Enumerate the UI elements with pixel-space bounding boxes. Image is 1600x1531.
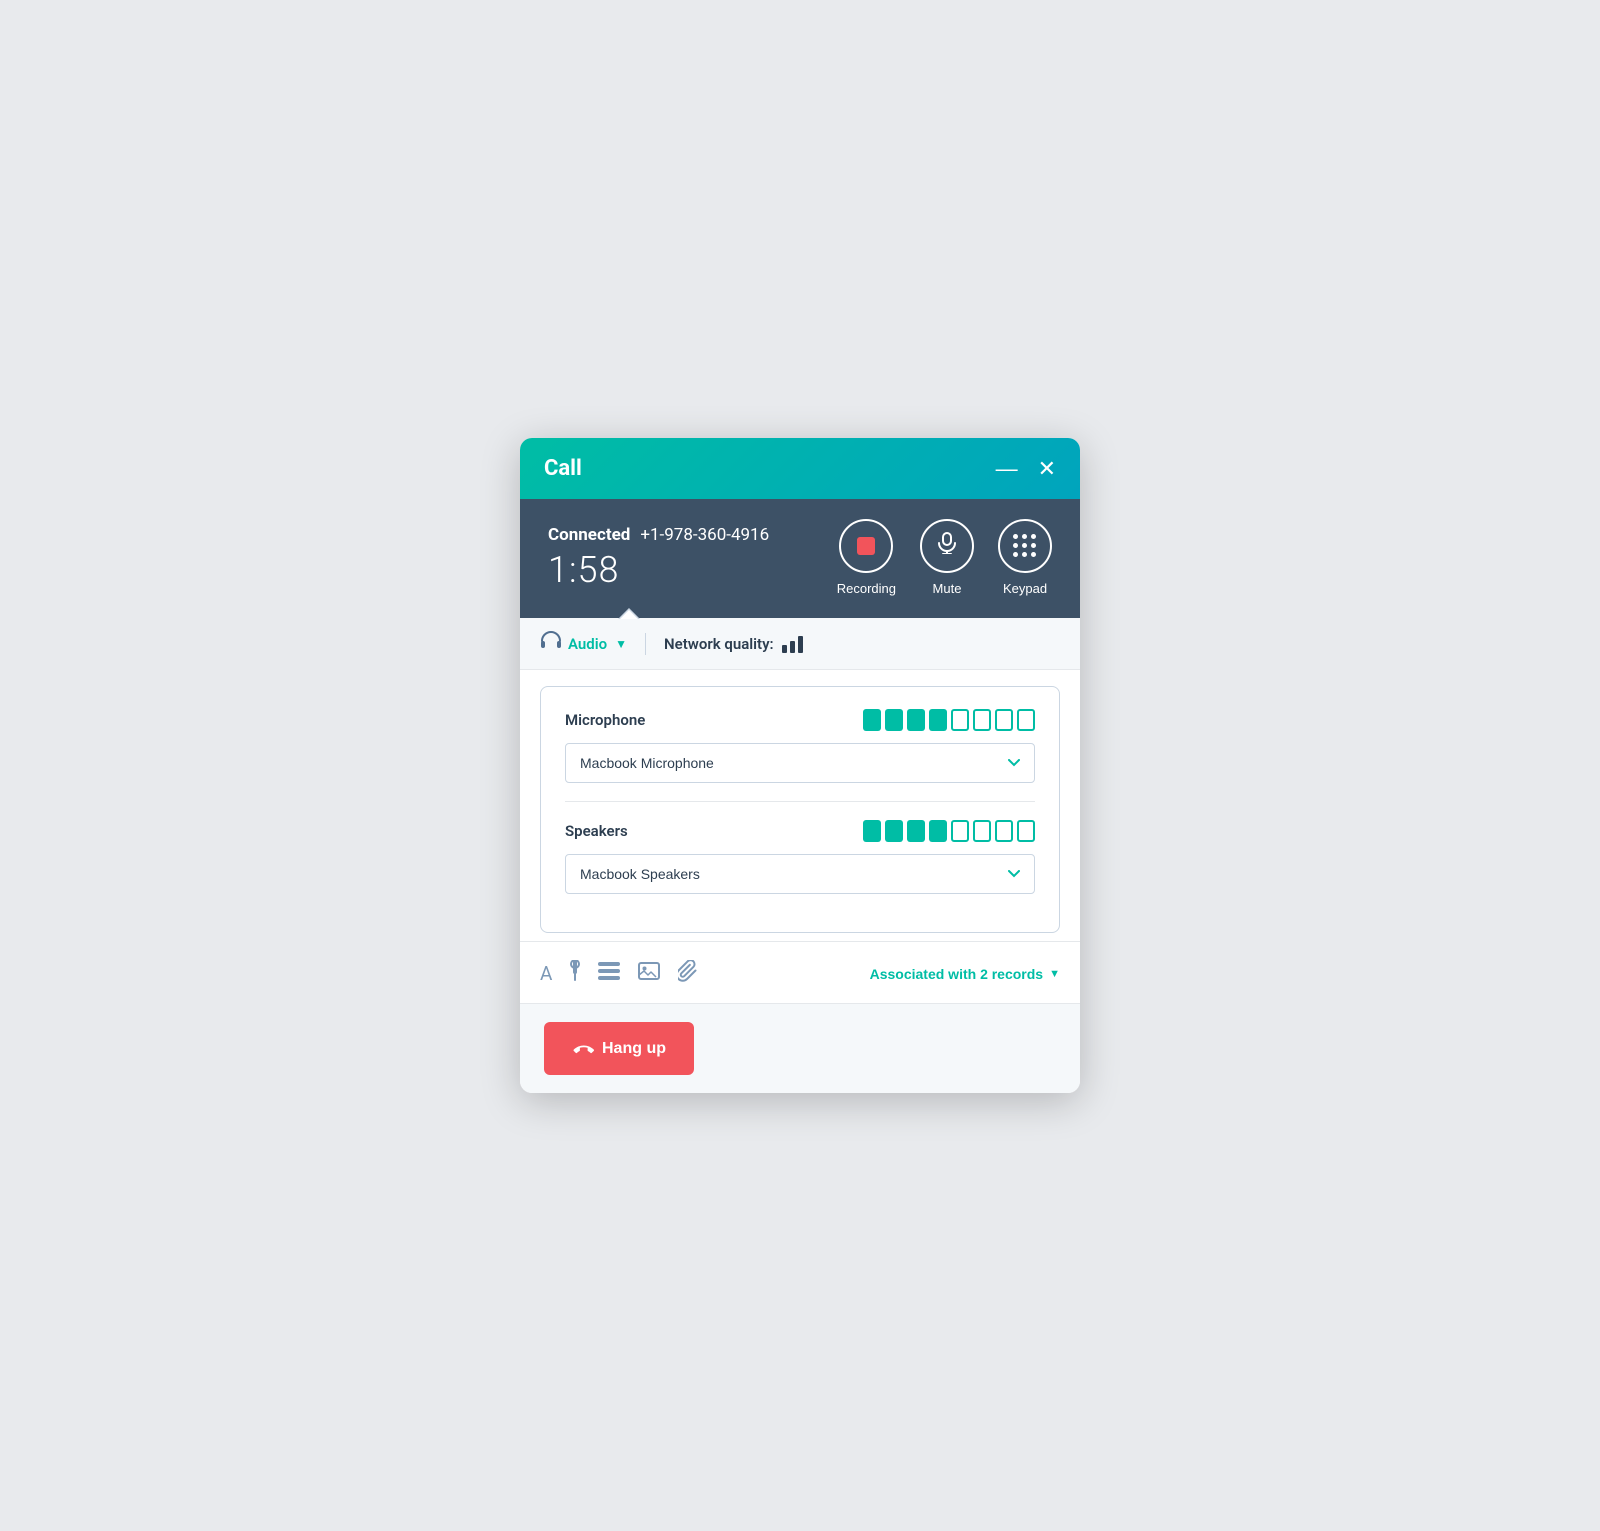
mic-bar-6	[973, 709, 991, 731]
list-icon[interactable]	[598, 962, 620, 985]
mute-label: Mute	[933, 581, 962, 596]
speakers-label: Speakers	[565, 822, 628, 840]
microphone-row: Microphone Macbook Microphone	[565, 709, 1035, 783]
spk-bar-2	[885, 820, 903, 842]
mic-bar-3	[907, 709, 925, 731]
recording-label: Recording	[837, 581, 896, 596]
spk-bar-4	[929, 820, 947, 842]
mic-bar-8	[1017, 709, 1035, 731]
minimize-button[interactable]: —	[996, 458, 1018, 480]
recording-button[interactable]: Recording	[837, 519, 896, 596]
phone-number: +1-978-360-4916	[640, 525, 769, 545]
audio-bar: Audio ▼ Network quality:	[520, 618, 1080, 670]
hang-up-button[interactable]: Hang up	[544, 1022, 694, 1075]
mute-circle	[920, 519, 974, 573]
status-bar: Connected +1-978-360-4916 1:58 Recording	[520, 499, 1080, 618]
mic-bar-7	[995, 709, 1013, 731]
network-section: Network quality:	[664, 635, 803, 653]
speakers-header: Speakers	[565, 820, 1035, 842]
speakers-select[interactable]: Macbook Speakers	[565, 854, 1035, 894]
call-window: Call — ✕ Connected +1-978-360-4916 1:58 …	[520, 438, 1080, 1093]
microphone-volume-bars	[863, 709, 1035, 731]
keypad-circle	[998, 519, 1052, 573]
signal-bar-2	[790, 641, 795, 653]
mic-bar-1	[863, 709, 881, 731]
record-icon	[857, 537, 875, 555]
mic-bar-2	[885, 709, 903, 731]
close-button[interactable]: ✕	[1038, 458, 1056, 480]
keypad-icon	[1013, 534, 1037, 558]
speakers-volume-bars	[863, 820, 1035, 842]
hang-up-label: Hang up	[602, 1040, 666, 1058]
audio-divider	[645, 633, 646, 655]
signal-bars	[782, 635, 803, 653]
attachment-icon[interactable]	[570, 960, 580, 987]
associated-chevron-icon: ▼	[1049, 968, 1060, 980]
mic-bar-4	[929, 709, 947, 731]
headset-icon	[540, 630, 562, 657]
mic-bar-5	[951, 709, 969, 731]
spk-bar-8	[1017, 820, 1035, 842]
recording-circle	[839, 519, 893, 573]
audio-chevron-icon: ▼	[615, 637, 627, 651]
window-title: Call	[544, 456, 582, 481]
spk-bar-1	[863, 820, 881, 842]
content-area: Microphone Macbook Microphone	[520, 686, 1080, 1003]
settings-divider	[565, 801, 1035, 802]
phone-hang-icon	[566, 1033, 598, 1065]
toolbar: A	[520, 941, 1080, 1003]
call-controls: Recording Mute	[837, 519, 1052, 596]
connected-label: Connected	[548, 525, 630, 545]
mute-button[interactable]: Mute	[920, 519, 974, 596]
mic-icon	[937, 532, 957, 560]
connected-row: Connected +1-978-360-4916	[548, 525, 769, 545]
microphone-label: Microphone	[565, 711, 645, 729]
keypad-button[interactable]: Keypad	[998, 519, 1052, 596]
microphone-header: Microphone	[565, 709, 1035, 731]
associated-label: Associated with 2 records	[870, 966, 1044, 982]
title-bar: Call — ✕	[520, 438, 1080, 499]
window-controls: — ✕	[996, 458, 1056, 480]
call-timer: 1:58	[548, 549, 769, 591]
paperclip-icon[interactable]	[678, 960, 698, 987]
spk-bar-3	[907, 820, 925, 842]
keypad-label: Keypad	[1003, 581, 1047, 596]
text-format-icon[interactable]: A	[540, 962, 552, 985]
signal-bar-3	[798, 636, 803, 653]
network-label: Network quality:	[664, 635, 774, 653]
microphone-select[interactable]: Macbook Microphone	[565, 743, 1035, 783]
signal-bar-1	[782, 645, 787, 653]
spk-bar-5	[951, 820, 969, 842]
audio-section[interactable]: Audio ▼	[540, 630, 627, 657]
associated-button[interactable]: Associated with 2 records ▼	[870, 966, 1060, 982]
audio-label: Audio	[568, 635, 607, 653]
audio-dropdown-panel: Microphone Macbook Microphone	[540, 686, 1060, 933]
spk-bar-7	[995, 820, 1013, 842]
status-left: Connected +1-978-360-4916 1:58	[548, 525, 769, 591]
spk-bar-6	[973, 820, 991, 842]
hang-up-bar: Hang up	[520, 1003, 1080, 1093]
image-icon[interactable]	[638, 962, 660, 985]
speakers-row: Speakers Macbook Speakers	[565, 820, 1035, 894]
